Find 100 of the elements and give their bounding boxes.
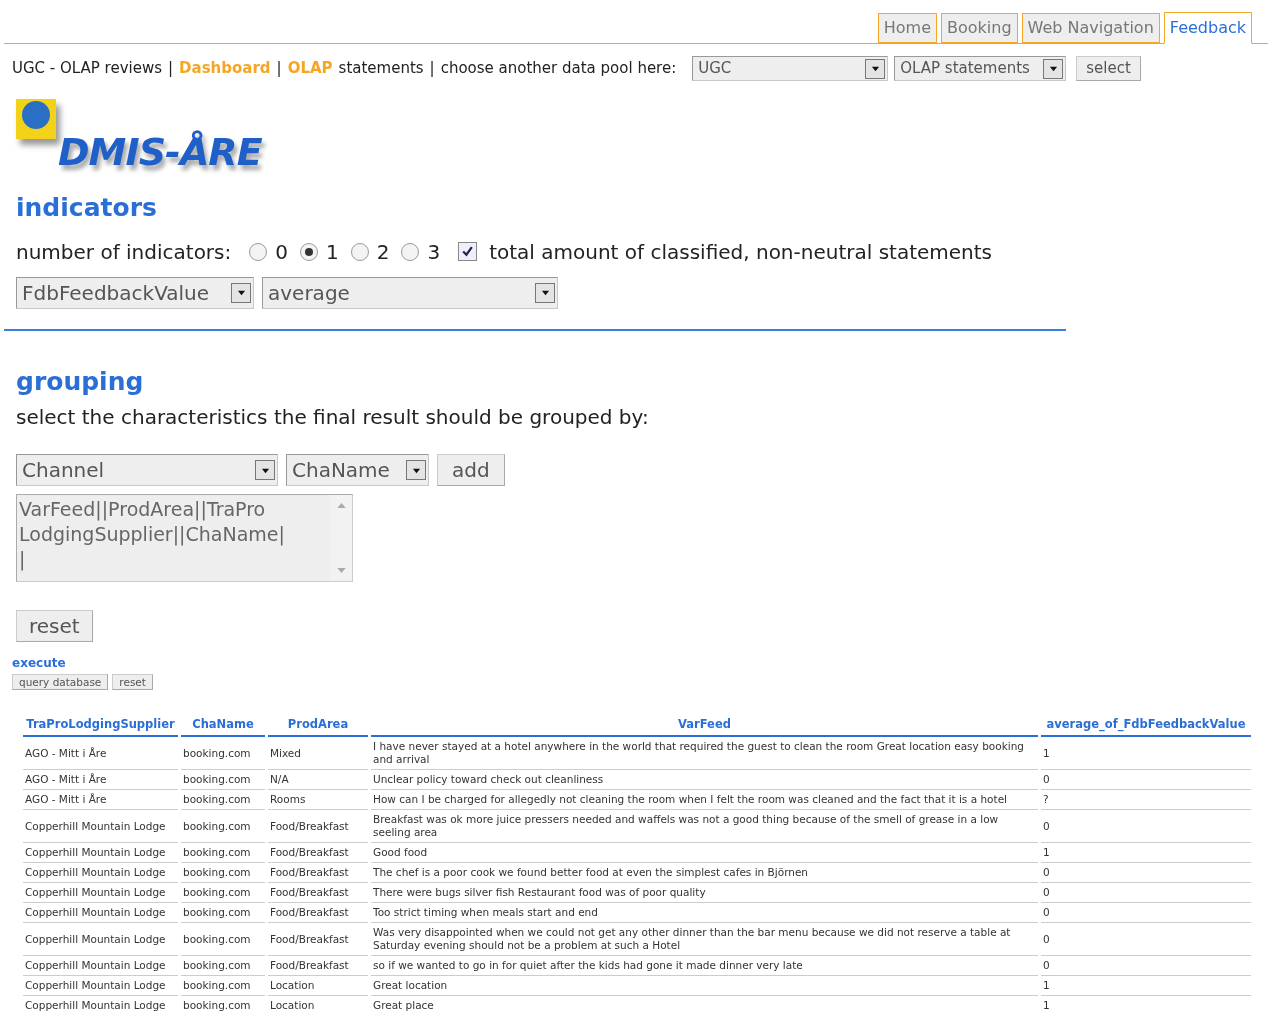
table-cell: 1 [1041, 976, 1251, 997]
table-cell: booking.com [181, 903, 265, 924]
button[interactable]: reset [16, 610, 93, 642]
radio-label: 3 [427, 238, 441, 266]
table-cell: Good food [371, 843, 1038, 864]
radio-label: 2 [376, 238, 390, 266]
table-cell: Rooms [268, 790, 368, 811]
table-cell: Food/Breakfast [268, 810, 368, 844]
table-cell: Location [268, 976, 368, 997]
table-cell: Mixed [268, 737, 368, 771]
table-cell: booking.com [181, 770, 265, 791]
table-cell: booking.com [181, 810, 265, 844]
list-box-text: VarFeed||ProdArea||TraPro LodgingSupplier||ChaName| | [18, 497, 286, 573]
radio-label: 1 [326, 238, 339, 266]
table-cell: booking.com [181, 883, 265, 904]
table-cell: Food/Breakfast [268, 903, 368, 924]
table-cell: Food/Breakfast [268, 843, 368, 864]
table-cell: Food/Breakfast [268, 863, 368, 884]
table-cell: Copperhill Mountain Lodge [23, 996, 178, 1013]
table-cell: 0 [1041, 770, 1251, 791]
checkbox[interactable] [458, 242, 478, 261]
table-cell: 0 [1041, 863, 1251, 884]
table-cell: 1 [1041, 996, 1251, 1013]
table-cell: Too strict timing when meals start and end [371, 903, 1038, 924]
table-cell: so if we wanted to go in for quiet after the kids had gone it made dinner very late [371, 956, 1038, 977]
table-cell: booking.com [181, 923, 265, 957]
table-cell: I have never stayed at a hotel anywhere in the world that required the guest to clean the room Great location easy booking and arrival [371, 737, 1038, 771]
table-cell: 0 [1041, 923, 1251, 957]
table-cell: 0 [1041, 883, 1251, 904]
checkbox-label: total amount of classified, non-neutral statements [489, 238, 993, 266]
section-heading: execute [12, 655, 67, 672]
button[interactable]: query database [12, 674, 109, 690]
column-header[interactable]: TraProLodgingSupplier [23, 714, 178, 738]
breadcrumb-text: UGC - OLAP reviews [12, 58, 163, 80]
breadcrumb-text: choose another data pool here: [440, 58, 677, 80]
button[interactable]: select [1076, 56, 1141, 81]
dropdown[interactable]: OLAP statements [894, 56, 1067, 81]
nav-tab[interactable]: Web Navigation [1021, 13, 1160, 43]
table-cell: booking.com [181, 976, 265, 997]
logo: DMIS-ÅRE [16, 99, 316, 179]
separator: | [429, 58, 435, 80]
dropdown[interactable]: average [262, 276, 558, 309]
table-cell: 0 [1041, 810, 1251, 844]
button[interactable]: add [437, 454, 505, 486]
radio-button[interactable] [249, 242, 268, 261]
nav-tab[interactable]: Feedback [1163, 12, 1252, 44]
dropdown[interactable]: FdbFeedbackValue [16, 276, 254, 309]
table-cell: Unclear policy toward check out cleanliness [371, 770, 1038, 791]
table-cell: Great location [371, 976, 1038, 997]
breadcrumb-text: statements [338, 58, 424, 80]
column-header[interactable]: average_of_FdbFeedbackValue [1041, 714, 1251, 738]
table-cell: The chef is a poor cook we found better food at even the simplest cafes in Björnen [371, 863, 1038, 884]
section-heading: grouping [16, 365, 145, 398]
dropdown[interactable]: ChaName [286, 454, 429, 486]
table-cell: Copperhill Mountain Lodge [23, 976, 178, 997]
table-cell: booking.com [181, 843, 265, 864]
table-cell: ? [1041, 790, 1251, 811]
nav-tab[interactable]: Booking [940, 13, 1018, 43]
table-cell: Was very disappointed when we could not get any other dinner than the bar menu because we did not reserve a table at Saturday evening should not be a problem at such a Hotel [371, 923, 1038, 957]
table-cell: Copperhill Mountain Lodge [23, 956, 178, 977]
table-cell: AGO - Mitt i Åre [23, 737, 178, 771]
instruction-text: select the characteristics the final result should be grouped by: [16, 404, 650, 431]
table-cell: booking.com [181, 863, 265, 884]
table-cell: Copperhill Mountain Lodge [23, 810, 178, 844]
table-cell: Copperhill Mountain Lodge [23, 883, 178, 904]
table-cell: booking.com [181, 790, 265, 811]
radio-button[interactable] [401, 242, 420, 261]
table-cell: Copperhill Mountain Lodge [23, 923, 178, 957]
radio-button[interactable] [300, 242, 318, 261]
table-cell: Great place [371, 996, 1038, 1013]
table-cell: How can I be charged for allegedly not cleaning the room when I felt the room was cleaned and the fact that it is a hotel [371, 790, 1038, 811]
separator: | [276, 58, 282, 80]
table-cell: 0 [1041, 903, 1251, 924]
table-cell: booking.com [181, 737, 265, 771]
table-cell: 1 [1041, 843, 1251, 864]
field-label: number of indicators: [16, 238, 232, 266]
separator: | [168, 58, 174, 80]
nav-tab[interactable]: Home [877, 13, 937, 43]
dropdown[interactable]: UGC [692, 56, 889, 81]
section-heading: indicators [16, 192, 158, 224]
table-cell: booking.com [181, 956, 265, 977]
column-header[interactable]: VarFeed [371, 714, 1038, 738]
table-cell: Copperhill Mountain Lodge [23, 863, 178, 884]
column-header[interactable]: ChaName [181, 714, 265, 738]
table-cell: 0 [1041, 956, 1251, 977]
radio-button[interactable] [350, 242, 369, 261]
table-cell: AGO - Mitt i Åre [23, 790, 178, 811]
table-cell: 1 [1041, 737, 1251, 771]
button[interactable]: reset [112, 674, 153, 690]
table-cell: Copperhill Mountain Lodge [23, 843, 178, 864]
list-box[interactable]: VarFeed||ProdArea||TraPro LodgingSupplier||ChaName| | [16, 494, 353, 582]
dropdown[interactable]: Channel [16, 454, 278, 486]
table-cell: booking.com [181, 996, 265, 1013]
table-cell: Breakfast was ok more juice pressers needed and waffels was not a good thing because of the smell of grease in a low seeling area [371, 810, 1038, 844]
table-cell: N/A [268, 770, 368, 791]
column-header[interactable]: ProdArea [268, 714, 368, 738]
table-cell: AGO - Mitt i Åre [23, 770, 178, 791]
table-cell: Location [268, 996, 368, 1013]
table-cell: Copperhill Mountain Lodge [23, 903, 178, 924]
table-cell: Food/Breakfast [268, 923, 368, 957]
